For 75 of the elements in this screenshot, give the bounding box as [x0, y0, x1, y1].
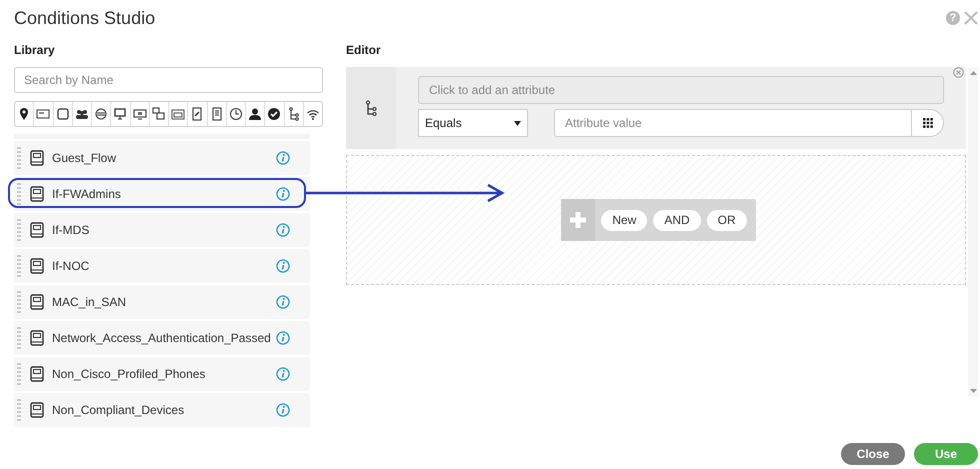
info-icon[interactable]: [276, 223, 290, 237]
drag-handle-icon[interactable]: [17, 326, 21, 350]
book-icon: [30, 222, 44, 238]
item-name: MAC_in_SAN: [52, 295, 128, 309]
wifi-icon[interactable]: [306, 107, 320, 121]
user-icon[interactable]: [248, 107, 262, 121]
section-heading: Library: [14, 43, 56, 57]
drag-handle-icon[interactable]: [17, 146, 21, 170]
card-icon[interactable]: [36, 107, 50, 121]
scrollbar[interactable]: [968, 67, 978, 397]
book-icon: [30, 330, 44, 346]
square-icon[interactable]: [56, 107, 70, 121]
clock-icon[interactable]: [228, 107, 243, 121]
library-item[interactable]: Network_Access_Authentication_Passed: [14, 321, 310, 355]
operator-dropdown[interactable]: Equals: [418, 109, 528, 137]
server-icon[interactable]: [210, 107, 224, 121]
book-icon: [30, 186, 44, 202]
drag-handle-icon[interactable]: [17, 218, 21, 242]
plus-icon[interactable]: [569, 211, 588, 229]
drag-handle-icon[interactable]: [17, 182, 21, 206]
library-item[interactable]: Non_Cisco_Profiled_Phones: [14, 357, 310, 391]
info-icon[interactable]: [276, 367, 290, 381]
item-name: Network_Access_Authentication_Passed: [52, 331, 272, 345]
monitor-icon[interactable]: [113, 107, 128, 121]
book-icon: [30, 150, 44, 166]
info-icon[interactable]: [276, 295, 290, 309]
close-icon[interactable]: [964, 11, 978, 25]
scroll-up-icon[interactable]: [970, 71, 976, 75]
info-icon[interactable]: [276, 151, 290, 165]
library-item[interactable]: If-NOC: [14, 249, 310, 283]
check-circle-icon[interactable]: [267, 107, 282, 121]
item-name: Non_Compliant_Devices: [52, 403, 186, 417]
action-button[interactable]: AND: [653, 210, 701, 230]
book-icon: [30, 258, 44, 274]
section-heading: Editor: [346, 43, 382, 57]
scroll-down-icon[interactable]: [970, 389, 976, 393]
drag-handle-icon[interactable]: [17, 290, 21, 314]
search-field[interactable]: Search by Name: [14, 67, 323, 93]
display-icon[interactable]: [132, 107, 147, 121]
drag-handle-icon[interactable]: [17, 254, 21, 278]
window-title: Conditions Studio: [14, 8, 156, 28]
library-item[interactable]: Non_Compliant_Devices: [14, 393, 310, 427]
item-name: Non_Cisco_Profiled_Phones: [52, 367, 206, 381]
caret-icon: [514, 120, 521, 126]
hierarchy-icon: [364, 100, 378, 116]
library-item[interactable]: If-MDS: [14, 213, 310, 247]
action-button[interactable]: New: [601, 210, 648, 230]
book-icon: [30, 402, 44, 418]
item-name: If-NOC: [52, 259, 90, 273]
hierarchy-icon[interactable]: [286, 107, 301, 121]
item-name: If-MDS: [52, 223, 90, 237]
info-icon[interactable]: [276, 187, 290, 201]
book-icon: [30, 294, 44, 310]
item-name: If-FWAdmins: [52, 187, 122, 201]
book-icon: [30, 366, 44, 382]
attribute-field[interactable]: Click to add an attribute: [418, 76, 944, 104]
drag-handle-icon[interactable]: [17, 362, 21, 386]
drag-handle-icon[interactable]: [17, 398, 21, 422]
library-item[interactable]: Guest_Flow: [14, 141, 310, 175]
info-icon[interactable]: [276, 259, 290, 273]
info-icon[interactable]: [276, 331, 290, 345]
remove-icon[interactable]: [953, 67, 964, 78]
picker-button[interactable]: [912, 109, 944, 137]
dialog-button[interactable]: Close: [841, 443, 905, 465]
item-name: Guest_Flow: [52, 151, 118, 165]
info-icon[interactable]: [276, 403, 290, 417]
library-item[interactable]: MAC_in_SAN: [14, 285, 310, 319]
action-button[interactable]: OR: [706, 210, 747, 230]
grid-icon[interactable]: [922, 118, 932, 128]
device-icon[interactable]: [152, 107, 166, 121]
group-icon[interactable]: [74, 107, 89, 121]
circle-lines-icon[interactable]: [94, 107, 108, 121]
tray-icon[interactable]: [171, 107, 186, 121]
value-field[interactable]: Attribute value: [554, 109, 912, 137]
document-icon[interactable]: [190, 107, 204, 121]
